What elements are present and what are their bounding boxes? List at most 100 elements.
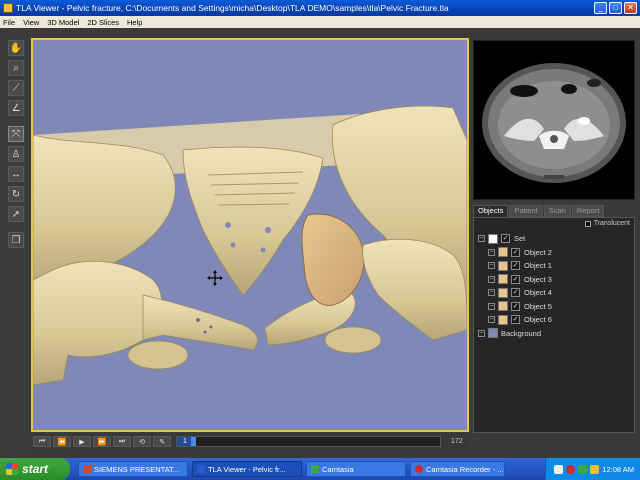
tla-viewer-icon: [197, 465, 205, 473]
maximize-button[interactable]: □: [609, 2, 622, 14]
current-frame: 1: [183, 438, 187, 445]
color-swatch[interactable]: [488, 233, 498, 244]
collapse-icon[interactable]: −: [488, 302, 495, 310]
tree-node-object-3[interactable]: − ✓ Object 3: [478, 273, 552, 287]
color-swatch[interactable]: [498, 247, 508, 258]
pointer-icon[interactable]: ➚: [8, 206, 24, 222]
start-button[interactable]: start: [0, 458, 70, 480]
angle-measure-icon[interactable]: ∠: [8, 100, 24, 116]
rotate-icon[interactable]: ↻: [8, 186, 24, 202]
translucent-label: Translucent: [593, 220, 630, 227]
tree-node-object-5[interactable]: − ✓ Object 5: [478, 300, 552, 314]
menu-view[interactable]: View: [23, 18, 39, 27]
start-label: start: [22, 462, 49, 476]
slider-thumb[interactable]: [191, 437, 196, 446]
color-swatch[interactable]: [498, 287, 508, 298]
collapse-icon[interactable]: −: [488, 289, 495, 297]
menu-help[interactable]: Help: [127, 18, 142, 27]
person-view-icon[interactable]: ♙: [8, 146, 24, 162]
visibility-checkbox[interactable]: ✓: [501, 234, 510, 244]
powerpoint-icon: [83, 465, 91, 473]
translucent-toggle[interactable]: Translucent: [584, 220, 630, 227]
taskbar-label: TLA Viewer - Pelvic fr...: [208, 464, 286, 474]
ct-slice-preview[interactable]: [473, 40, 635, 200]
previous-frame-icon[interactable]: ⏪: [53, 436, 71, 447]
tree-node-object-2[interactable]: − ✓ Object 2: [478, 246, 552, 260]
color-swatch[interactable]: [498, 260, 508, 271]
collapse-icon[interactable]: −: [478, 235, 485, 243]
close-button[interactable]: ✕: [624, 2, 637, 14]
minimize-button[interactable]: _: [594, 2, 607, 14]
tree-node-background[interactable]: − Background: [478, 327, 552, 341]
collapse-icon[interactable]: −: [488, 248, 495, 256]
zoom-icon[interactable]: ⌕: [8, 60, 24, 76]
visibility-checkbox[interactable]: ✓: [511, 274, 520, 284]
taskbar-button-tla-viewer[interactable]: TLA Viewer - Pelvic fr...: [192, 461, 302, 477]
loop-icon[interactable]: ⟲: [133, 436, 151, 447]
tree-node-label: Object 1: [524, 261, 552, 271]
last-frame-icon[interactable]: ⏭: [113, 436, 131, 447]
ct-slice-image: [482, 63, 626, 183]
collapse-icon[interactable]: −: [488, 262, 495, 270]
collapse-icon[interactable]: −: [488, 275, 495, 283]
visibility-checkbox[interactable]: ✓: [511, 301, 520, 311]
3d-model-viewport[interactable]: [31, 38, 469, 432]
total-frames: 172: [451, 438, 463, 445]
rotate-3d-icon[interactable]: ⤧: [8, 126, 24, 142]
taskbar-label: Camtasia Recorder - ...: [426, 464, 504, 474]
menu-2d-slices[interactable]: 2D Slices: [87, 18, 119, 27]
visibility-checkbox[interactable]: ✓: [511, 288, 520, 298]
visibility-checkbox[interactable]: ✓: [511, 247, 520, 257]
taskbar-button-camtasia-recorder[interactable]: Camtasia Recorder - ...: [410, 461, 505, 477]
play-icon[interactable]: ▶: [73, 436, 91, 447]
network-icon[interactable]: [554, 464, 564, 474]
color-swatch[interactable]: [498, 274, 508, 285]
menu-file[interactable]: File: [3, 18, 15, 27]
pen-icon[interactable]: ✎: [153, 436, 171, 447]
pan-horizontal-icon[interactable]: ↔: [8, 166, 24, 182]
tree-node-object-6[interactable]: − ✓ Object 6: [478, 313, 552, 327]
windows-logo-icon: [6, 463, 18, 475]
frame-slider[interactable]: 1: [176, 436, 441, 447]
record-icon[interactable]: [566, 464, 576, 474]
tree-node-set[interactable]: − ✓ Set: [478, 232, 552, 246]
visibility-checkbox[interactable]: ✓: [511, 315, 520, 325]
tool-palette: ✋ ⌕ ⟋ ∠ ⤧ ♙ ↔ ↻ ➚ ❐: [0, 28, 32, 456]
pelvis-3d-render: [33, 105, 467, 386]
tree-node-label: Object 4: [524, 288, 552, 298]
collapse-icon[interactable]: −: [488, 316, 495, 324]
tab-report[interactable]: Report: [571, 205, 605, 217]
color-swatch[interactable]: [498, 314, 508, 325]
collapse-icon[interactable]: −: [478, 329, 485, 337]
taskbar-button-camtasia[interactable]: Camtasia: [306, 461, 406, 477]
taskbar-label: SIEMENS PRESENTAT...: [94, 464, 180, 474]
volume-icon[interactable]: [590, 464, 600, 474]
title-bar: TLA Viewer - Pelvic fracture, C:\Documen…: [0, 0, 640, 16]
tree-node-label: Object 6: [524, 315, 552, 325]
line-measure-icon[interactable]: ⟋: [8, 80, 24, 96]
next-frame-icon[interactable]: ⏩: [93, 436, 111, 447]
tray-app-icon[interactable]: [578, 464, 588, 474]
layers-icon[interactable]: ❐: [8, 232, 24, 248]
camtasia-icon: [311, 465, 319, 473]
visibility-checkbox[interactable]: ✓: [511, 261, 520, 271]
tree-node-object-4[interactable]: − ✓ Object 4: [478, 286, 552, 300]
translucent-checkbox[interactable]: [584, 220, 591, 227]
tab-scan[interactable]: Scan: [543, 205, 571, 217]
menu-bar: File View 3D Model 2D Slices Help: [0, 16, 640, 28]
move-cursor-icon: [207, 270, 223, 286]
hand-icon[interactable]: ✋: [8, 40, 24, 56]
taskbar-button-siemens[interactable]: SIEMENS PRESENTAT...: [78, 461, 188, 477]
tree-node-object-1[interactable]: − ✓ Object 1: [478, 259, 552, 273]
color-swatch[interactable]: [488, 328, 498, 339]
menu-3d-model[interactable]: 3D Model: [47, 18, 79, 27]
playback-bar: ⏮ ⏪ ▶ ⏩ ⏭ ⟲ ✎ 1 172: [31, 434, 469, 449]
tree-node-label: Object 5: [524, 301, 552, 311]
tab-patient[interactable]: Patient: [509, 205, 543, 217]
first-frame-icon[interactable]: ⏮: [33, 436, 51, 447]
tree-node-label: Background: [501, 328, 542, 338]
tab-objects[interactable]: Objects: [473, 205, 509, 217]
objects-panel: Translucent − ✓ Set − ✓ Object 2 − ✓ Obj…: [473, 217, 635, 433]
app-icon: [3, 3, 13, 13]
color-swatch[interactable]: [498, 301, 508, 312]
